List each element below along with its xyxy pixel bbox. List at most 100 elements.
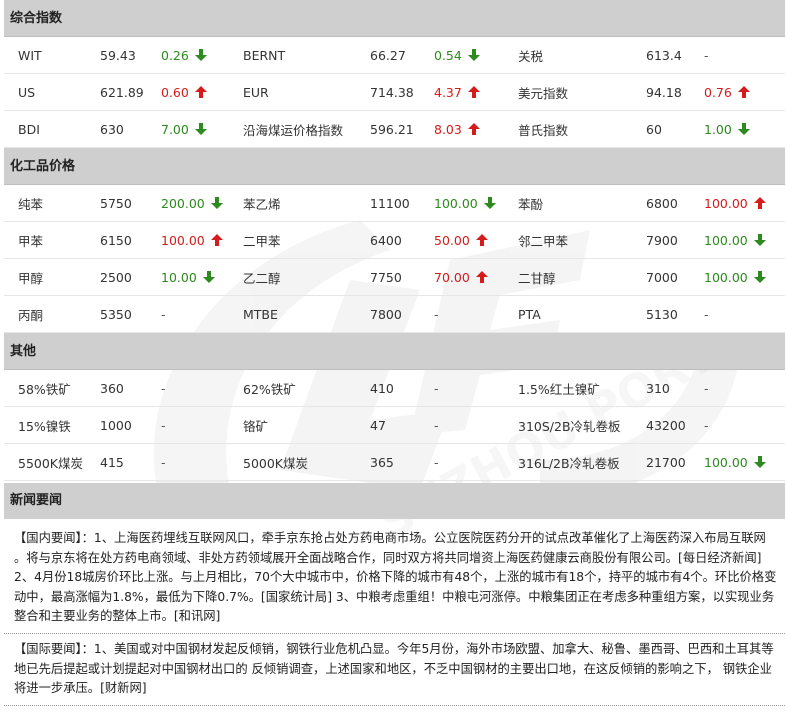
item-change: 1.00: [704, 122, 782, 137]
news-domestic: 【国内要闻】：1、上海医药埋线互联网风口，牵手京东抢占处方药电商市场。公立医院医…: [4, 519, 785, 634]
item-name: 乙二醇: [243, 270, 281, 286]
item-value: 365: [370, 454, 394, 470]
item-value: 7900: [646, 232, 678, 248]
item-value: 2500: [100, 269, 132, 285]
section-title-composite: 综合指数: [4, 0, 785, 37]
change-value: -: [434, 417, 439, 433]
item-name: PTA: [518, 306, 541, 322]
item-change: 100.00: [704, 270, 782, 285]
item-change: 0.76: [704, 85, 782, 100]
item-name: 苯乙烯: [243, 196, 281, 212]
item-change: 100.00: [704, 196, 782, 211]
change-value: -: [434, 454, 439, 470]
item-change: 50.00: [434, 233, 518, 248]
item-change: -: [161, 418, 243, 433]
item-value: 94.18: [646, 84, 682, 100]
item-name: BERNT: [243, 47, 286, 63]
item-name: 15%镍铁: [18, 418, 71, 434]
item-value: 11100: [370, 195, 410, 211]
item-change: 200.00: [161, 196, 243, 211]
arrow-down-icon: [737, 123, 750, 135]
arrow-up-icon: [475, 271, 488, 283]
arrow-up-icon: [753, 197, 766, 209]
change-value: 100.00: [704, 269, 748, 285]
change-value: -: [161, 306, 166, 322]
item-change: -: [704, 381, 782, 396]
item-value: 7800: [370, 306, 402, 322]
change-value: -: [161, 380, 166, 396]
item-change: -: [704, 307, 782, 322]
arrow-up-icon: [467, 86, 480, 98]
item-value: 5350: [100, 306, 132, 322]
item-value: 6400: [370, 232, 402, 248]
market-panel: 综合指数 WIT 59.43 0.26 BERNT 66.27 0.54 关税 613.4 - U…: [4, 0, 785, 706]
change-value: -: [161, 417, 166, 433]
item-name: 普氏指数: [518, 122, 569, 138]
change-value: 50.00: [434, 232, 470, 248]
arrow-down-icon: [753, 456, 766, 468]
item-value: 59.43: [100, 47, 136, 63]
table-row: 15%镍铁 1000 - 铬矿 47 - 310S/2B冷轧卷板 43200 -: [4, 407, 785, 444]
table-row: 58%铁矿 360 - 62%铁矿 410 - 1.5%红土镍矿 310 -: [4, 370, 785, 407]
change-value: 1.00: [704, 121, 732, 137]
item-value: 613.4: [646, 47, 682, 63]
item-change: 10.00: [161, 270, 243, 285]
item-change: -: [434, 307, 518, 322]
item-name: 5500K煤炭: [18, 455, 84, 471]
arrow-down-icon: [753, 271, 766, 283]
item-change: 100.00: [704, 455, 782, 470]
item-name: 58%铁矿: [18, 381, 71, 397]
arrow-up-icon: [210, 234, 223, 246]
item-value: 5130: [646, 306, 678, 322]
change-value: 200.00: [161, 195, 205, 211]
item-name: 邻二甲苯: [518, 233, 569, 249]
item-name: 62%铁矿: [243, 381, 296, 397]
change-value: -: [434, 306, 439, 322]
change-value: -: [161, 454, 166, 470]
item-value: 5750: [100, 195, 132, 211]
table-row: WIT 59.43 0.26 BERNT 66.27 0.54 关税 613.4 -: [4, 37, 785, 74]
item-change: 7.00: [161, 122, 243, 137]
section-title-other: 其他: [4, 333, 785, 370]
change-value: 100.00: [704, 195, 748, 211]
item-value: 310: [646, 380, 670, 396]
item-name: 沿海煤运价格指数: [243, 122, 344, 138]
item-name: 丙酮: [18, 307, 44, 323]
item-change: -: [161, 307, 243, 322]
item-change: 0.26: [161, 48, 243, 63]
item-name: 1.5%红土镍矿: [518, 381, 600, 397]
item-name: 5000K煤炭: [243, 455, 309, 471]
item-value: 66.27: [370, 47, 406, 63]
arrow-down-icon: [753, 234, 766, 246]
item-name: BDI: [18, 121, 40, 137]
item-name: 铬矿: [243, 418, 269, 434]
arrow-up-icon: [467, 123, 480, 135]
item-change: 100.00: [161, 233, 243, 248]
item-value: 6800: [646, 195, 678, 211]
change-value: 70.00: [434, 269, 470, 285]
arrow-down-icon: [210, 197, 223, 209]
item-value: 6150: [100, 232, 132, 248]
section-title-chemical: 化工品价格: [4, 148, 785, 185]
change-value: 100.00: [161, 232, 205, 248]
item-change: -: [161, 455, 243, 470]
arrow-up-icon: [194, 86, 207, 98]
item-value: 60: [646, 121, 662, 137]
item-change: -: [161, 381, 243, 396]
item-name: 二甘醇: [518, 270, 556, 286]
arrow-down-icon: [202, 271, 215, 283]
change-value: 7.00: [161, 121, 189, 137]
item-value: 714.38: [370, 84, 414, 100]
item-change: 100.00: [434, 196, 518, 211]
item-change: 100.00: [704, 233, 782, 248]
item-value: 21700: [646, 454, 686, 470]
item-value: 7750: [370, 269, 402, 285]
arrow-down-icon: [483, 197, 496, 209]
item-change: -: [704, 418, 782, 433]
change-value: 4.37: [434, 84, 462, 100]
item-change: -: [434, 455, 518, 470]
table-row: 纯苯 5750 200.00 苯乙烯 11100 100.00 苯酚 6800 100.00: [4, 185, 785, 222]
change-value: 10.00: [161, 269, 197, 285]
change-value: 100.00: [434, 195, 478, 211]
item-value: 630: [100, 121, 124, 137]
